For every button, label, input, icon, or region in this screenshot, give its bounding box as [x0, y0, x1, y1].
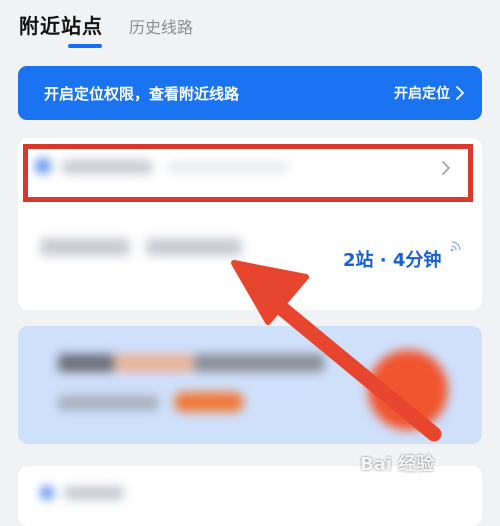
- annotation-arrow: [231, 260, 442, 442]
- watermark-logo: Bai 经验: [360, 454, 435, 475]
